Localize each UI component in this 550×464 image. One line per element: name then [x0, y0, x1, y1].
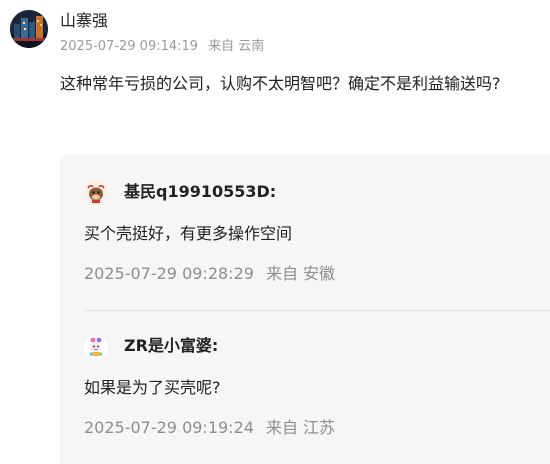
reply-source-prefix: 来自	[265, 418, 298, 437]
comment-card: 山寨强 2025-07-29 09:14:19 来自 云南 这种常年亏损的公司，认…	[0, 0, 550, 464]
post-timestamp: 2025-07-29 09:14:19	[60, 39, 199, 54]
post-content: 这种常年亏损的公司，认购不太明智吧？确定不是利益输送吗?	[60, 74, 501, 93]
reply-location: 江苏	[303, 418, 336, 437]
reply-location: 安徽	[303, 264, 336, 283]
post-author-name[interactable]: 山寨强	[60, 10, 108, 32]
reply-divider	[84, 310, 550, 311]
reply-source-prefix: 来自	[265, 264, 298, 283]
reply-meta: 2025-07-29 09:19:24 来自 江苏	[84, 417, 335, 439]
reply-text: 买个壳挺好，有更多操作空间	[84, 224, 293, 243]
avatar-image	[10, 10, 48, 48]
cartoon-bull-avatar-icon[interactable]	[84, 181, 108, 205]
post-source-prefix: 来自	[208, 39, 235, 54]
reply-avatar-image	[84, 335, 108, 359]
reply-avatar-image	[84, 181, 108, 205]
reply-text: 如果是为了买壳呢?	[84, 378, 221, 397]
city-night-avatar-icon[interactable]	[10, 10, 48, 48]
post-location: 云南	[238, 39, 265, 54]
post-meta: 2025-07-29 09:14:19 来自 云南	[60, 38, 264, 56]
reply-author-name[interactable]: ZR是小富婆:	[124, 335, 218, 357]
reply-timestamp: 2025-07-29 09:19:24	[84, 418, 254, 437]
replies-panel: 基民q19910553D: 买个壳挺好，有更多操作空间 2025-07-29 0…	[60, 155, 550, 464]
reply-timestamp: 2025-07-29 09:28:29	[84, 264, 254, 283]
cartoon-mascot-avatar-icon[interactable]	[84, 335, 108, 359]
reply-meta: 2025-07-29 09:28:29 来自 安徽	[84, 263, 335, 285]
reply-author-name[interactable]: 基民q19910553D:	[124, 181, 276, 203]
